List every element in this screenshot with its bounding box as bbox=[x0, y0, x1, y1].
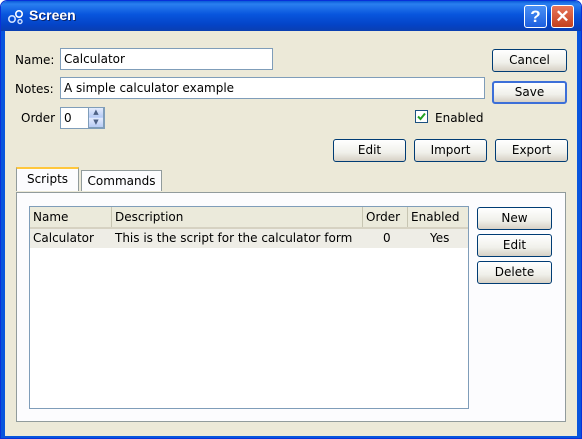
title-bar[interactable]: Screen ? ✕ bbox=[1, 1, 581, 31]
name-field[interactable]: Calculator bbox=[60, 48, 273, 70]
cell-enabled: Yes bbox=[430, 231, 450, 245]
new-script-button[interactable]: New bbox=[477, 207, 552, 230]
spin-up-icon[interactable]: ▲ bbox=[89, 108, 103, 117]
window-title: Screen bbox=[29, 7, 76, 23]
column-header-name[interactable]: Name bbox=[30, 207, 112, 227]
column-header-order[interactable]: Order bbox=[363, 207, 408, 227]
save-button[interactable]: Save bbox=[492, 81, 567, 104]
order-spinner[interactable]: ▲ ▼ bbox=[88, 107, 104, 128]
name-label: Name: bbox=[15, 53, 55, 67]
import-button[interactable]: Import bbox=[414, 139, 487, 162]
screen-dialog: Screen ? ✕ Name: Calculator Notes: A sim… bbox=[0, 0, 582, 439]
enabled-label: Enabled bbox=[435, 111, 484, 125]
checkmark-icon bbox=[417, 112, 426, 121]
help-icon[interactable]: ? bbox=[524, 5, 547, 28]
tab-scripts[interactable]: Scripts bbox=[16, 167, 79, 191]
delete-script-button[interactable]: Delete bbox=[477, 261, 552, 284]
cell-order: 0 bbox=[383, 231, 391, 245]
order-label: Order bbox=[21, 111, 56, 125]
column-header-enabled[interactable]: Enabled bbox=[408, 207, 468, 227]
cell-name: Calculator bbox=[33, 231, 94, 245]
cancel-button[interactable]: Cancel bbox=[492, 49, 567, 72]
notes-field[interactable]: A simple calculator example bbox=[60, 77, 485, 99]
cell-description: This is the script for the calculator fo… bbox=[115, 231, 353, 245]
screen-app-icon bbox=[7, 9, 24, 25]
export-button[interactable]: Export bbox=[495, 139, 568, 162]
enabled-checkbox[interactable] bbox=[415, 110, 428, 123]
column-header-description[interactable]: Description bbox=[112, 207, 363, 227]
edit-script-button[interactable]: Edit bbox=[477, 234, 552, 257]
notes-label: Notes: bbox=[15, 82, 54, 96]
table-header: Name Description Order Enabled bbox=[30, 207, 468, 229]
window-frame-right bbox=[577, 31, 581, 438]
tab-commands[interactable]: Commands bbox=[81, 170, 162, 191]
window-frame-left bbox=[1, 31, 5, 438]
spin-down-icon[interactable]: ▼ bbox=[89, 118, 103, 127]
table-row[interactable]: Calculator This is the script for the ca… bbox=[30, 229, 468, 248]
edit-button[interactable]: Edit bbox=[333, 139, 406, 162]
scripts-table[interactable]: Name Description Order Enabled Calculato… bbox=[29, 206, 469, 409]
close-icon[interactable]: ✕ bbox=[551, 5, 574, 28]
